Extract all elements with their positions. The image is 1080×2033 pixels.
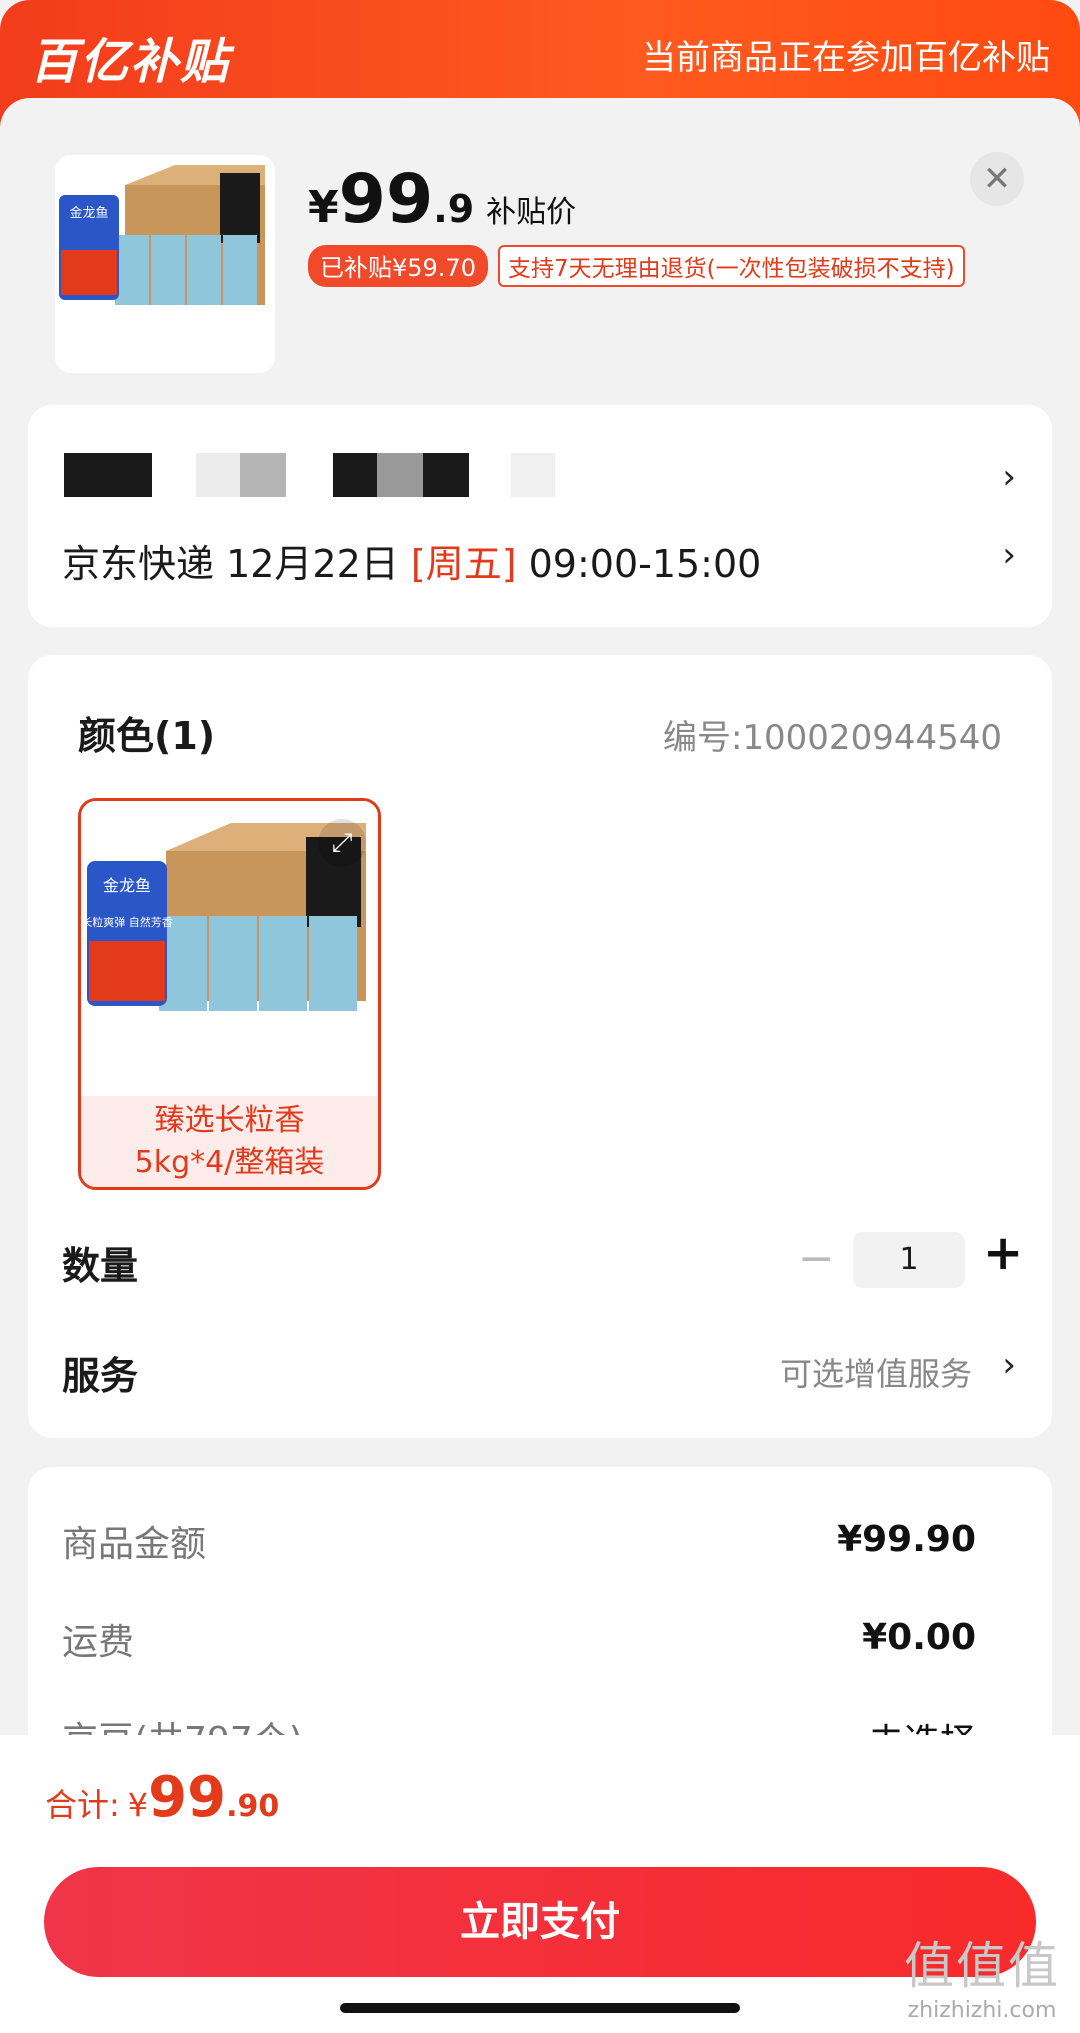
subsidy-badge: 已补贴¥59.70 bbox=[308, 245, 488, 287]
svg-text:金龙鱼: 金龙鱼 bbox=[69, 205, 108, 221]
quantity-input[interactable]: 1 bbox=[853, 1232, 965, 1288]
minus-icon[interactable]: − bbox=[798, 1233, 835, 1284]
total-symbol: ¥ bbox=[127, 1786, 149, 1824]
badges: 已补贴¥59.70 支持7天无理由退货(一次性包装破损不支持) bbox=[308, 245, 965, 287]
sku-name-line2: 5kg*4/整箱装 bbox=[134, 1145, 325, 1180]
sku-name-line1: 臻选长粒香 bbox=[154, 1103, 305, 1138]
pay-now-button[interactable]: 立即支付 bbox=[44, 1867, 1036, 1977]
watermark-url: zhizhizhi.com bbox=[907, 1998, 1057, 2023]
goods-amount-value: ¥99.90 bbox=[837, 1519, 976, 1560]
service-value[interactable]: 可选增值服务 bbox=[780, 1349, 972, 1395]
total-price: 合计: ¥ 99 .90 bbox=[45, 1765, 279, 1830]
delivery-time: 09:00-15:00 bbox=[516, 542, 762, 586]
delivery-info[interactable]: 京东快递 12月22日 [周五] 09:00-15:00 bbox=[62, 533, 761, 588]
total-decimal: .90 bbox=[226, 1789, 280, 1824]
rice-box-image: 金龙鱼 bbox=[59, 165, 265, 305]
color-title: 颜色(1) bbox=[78, 714, 216, 758]
service-label: 服务 bbox=[62, 1354, 139, 1398]
return-policy-badge: 支持7天无理由退货(一次性包装破损不支持) bbox=[497, 245, 965, 287]
watermark: 值值值 zhizhizhi.com bbox=[904, 1926, 1060, 2023]
price-tag: 补贴价 bbox=[486, 195, 577, 230]
delivery-date: 京东快递 12月22日 bbox=[62, 542, 411, 586]
shipping-label: 运费 bbox=[62, 1622, 135, 1663]
svg-text:长粒爽弹 自然芳香: 长粒爽弹 自然芳香 bbox=[81, 915, 173, 929]
subsidy-notice: 当前商品正在参加百亿补贴 bbox=[642, 38, 1050, 78]
delivery-weekday: [周五] bbox=[410, 542, 517, 586]
price-symbol: ¥ bbox=[308, 182, 339, 233]
price-integer: 99 bbox=[338, 160, 434, 239]
goods-amount-label: 商品金额 bbox=[62, 1524, 207, 1565]
options-card: 颜色(1) 编号:100020944540 金龙鱼 长粒爽弹 自然芳香 ⤢ 臻选… bbox=[28, 655, 1052, 1438]
expand-icon[interactable]: ⤢ bbox=[318, 819, 366, 867]
price-decimal: .9 bbox=[433, 187, 475, 231]
total-label: 合计: bbox=[45, 1786, 120, 1824]
checkout-bar: 合计: ¥ 99 .90 立即支付 值值值 zhizhizhi.com bbox=[0, 1735, 1080, 2033]
chevron-right-icon[interactable]: › bbox=[1002, 457, 1016, 497]
home-indicator bbox=[340, 2003, 740, 2013]
close-icon[interactable]: ✕ bbox=[970, 152, 1024, 206]
address-card[interactable]: › 京东快递 12月22日 [周五] 09:00-15:00 › bbox=[28, 405, 1052, 627]
quantity-label: 数量 bbox=[62, 1244, 139, 1288]
chevron-right-icon[interactable]: › bbox=[1002, 1345, 1016, 1385]
sku-label: 臻选长粒香 5kg*4/整箱装 bbox=[81, 1096, 378, 1187]
shipping-value: ¥0.00 bbox=[862, 1617, 976, 1658]
address-redacted bbox=[46, 453, 566, 501]
watermark-logo: 值值值 bbox=[904, 1937, 1060, 1995]
brand-logo: 百亿补贴 bbox=[30, 34, 231, 90]
plus-icon[interactable]: + bbox=[983, 1225, 1023, 1281]
sku-image: 金龙鱼 长粒爽弹 自然芳香 ⤢ bbox=[81, 801, 378, 1096]
sku-option-selected[interactable]: 金龙鱼 长粒爽弹 自然芳香 ⤢ 臻选长粒香 5kg*4/整箱装 bbox=[78, 798, 381, 1190]
total-integer: 99 bbox=[148, 1765, 227, 1830]
price: ¥ 99 .9 补贴价 bbox=[308, 160, 576, 239]
svg-text:金龙鱼: 金龙鱼 bbox=[103, 876, 151, 895]
chevron-right-icon[interactable]: › bbox=[1002, 535, 1016, 575]
product-thumbnail[interactable]: 金龙鱼 bbox=[55, 155, 275, 373]
sku-code: 编号:100020944540 bbox=[662, 718, 1002, 758]
